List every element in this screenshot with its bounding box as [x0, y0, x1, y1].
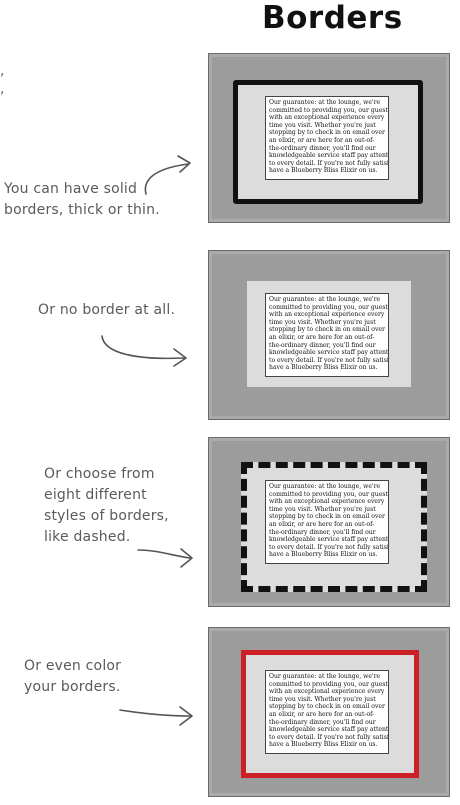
annotation-color-borders: Or even color your borders. [24, 658, 122, 695]
cut-off-text: , , [0, 63, 5, 97]
arrow-solid-borders [144, 155, 191, 195]
arrow-dashed-borders [137, 548, 193, 568]
guarantee-paragraph: Our guarantee: at the lounge, we're comm… [265, 96, 389, 180]
annotation-no-border: Or no border at all. [38, 302, 176, 318]
example-panel-solid-border: Our guarantee: at the lounge, we're comm… [208, 53, 450, 223]
guarantee-paragraph: Our guarantee: at the lounge, we're comm… [265, 293, 389, 377]
arrow-color-borders [119, 706, 193, 726]
example-panel-dashed-border: Our guarantee: at the lounge, we're comm… [208, 437, 450, 607]
annotation-solid-borders: You can have solid borders, thick or thi… [4, 181, 160, 218]
example-panel-colored-border: Our guarantee: at the lounge, we're comm… [208, 627, 450, 797]
annotation-dashed-borders: Or choose from eight different styles of… [44, 466, 169, 545]
guarantee-paragraph: Our guarantee: at the lounge, we're comm… [265, 480, 389, 564]
example-panel-no-border: Our guarantee: at the lounge, we're comm… [208, 250, 450, 420]
arrow-no-border [101, 335, 187, 367]
page-title: Borders [262, 0, 403, 36]
guarantee-paragraph: Our guarantee: at the lounge, we're comm… [265, 670, 389, 754]
